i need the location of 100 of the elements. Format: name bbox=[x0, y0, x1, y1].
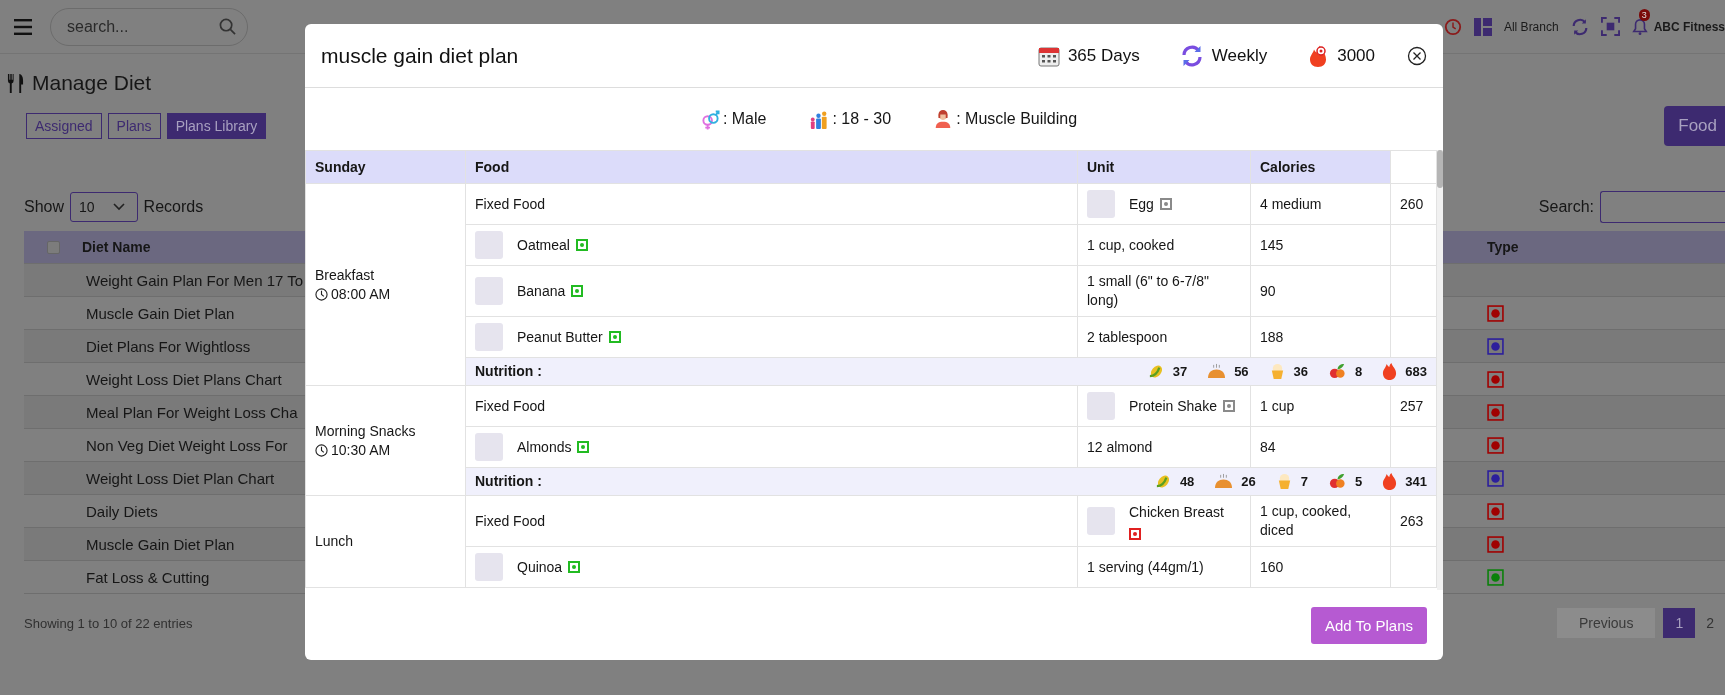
nutrient-value: 37 bbox=[1172, 363, 1188, 381]
fixed-food-label: Fixed Food bbox=[475, 397, 546, 414]
food-photo-placeholder bbox=[475, 433, 503, 461]
diet-name[interactable]: Weight Gain Plan For Men 17 To bbox=[86, 271, 304, 289]
meal-time: 10:30 AM bbox=[331, 440, 391, 460]
tab[interactable]: Assigned bbox=[26, 113, 102, 139]
food-name: Protein Shake bbox=[1129, 396, 1217, 416]
menu-icon[interactable] bbox=[14, 18, 32, 35]
diet-name[interactable]: Muscle Gain Diet Plan bbox=[86, 304, 235, 322]
food-name: Quinoa bbox=[517, 557, 563, 577]
diet-name[interactable]: Non Veg Diet Weight Loss For bbox=[86, 436, 288, 454]
column-header: Food bbox=[475, 159, 510, 175]
pagination-button[interactable]: 1 bbox=[1663, 608, 1696, 638]
page-title: Manage Diet bbox=[32, 71, 152, 95]
page-size-select[interactable]: 10 bbox=[70, 192, 138, 222]
unit-text: 4 medium bbox=[1260, 195, 1322, 212]
tab[interactable]: Plans bbox=[107, 113, 161, 139]
dialog-title: muscle gain diet plan bbox=[321, 43, 519, 68]
search-field[interactable]: search... bbox=[50, 7, 248, 46]
calories-value: 160 bbox=[1260, 558, 1284, 575]
add-to-plans-button[interactable]: Add To Plans bbox=[1310, 606, 1427, 644]
close-icon[interactable] bbox=[1407, 45, 1427, 66]
nutrient-value: 8 bbox=[1355, 363, 1363, 381]
gym-name[interactable]: ABC Fitness bbox=[1653, 19, 1725, 34]
entries-info: Showing 1 to 10 of 22 entries bbox=[24, 615, 193, 631]
clock-icon bbox=[315, 443, 328, 457]
food-photo-placeholder bbox=[475, 323, 503, 351]
column-header: Calories bbox=[1260, 159, 1316, 175]
diet-name[interactable]: Fat Loss & Cutting bbox=[86, 568, 210, 586]
tab[interactable]: Plans Library bbox=[166, 113, 267, 139]
diet-name[interactable]: Weight Loss Diet Plans Chart bbox=[86, 370, 282, 388]
food-photo-placeholder bbox=[475, 277, 503, 305]
nutrition-label: Nutrition : bbox=[475, 362, 542, 381]
grain-icon bbox=[1154, 473, 1172, 490]
food-photo-placeholder bbox=[1087, 507, 1115, 535]
food-name: Almonds bbox=[517, 437, 572, 457]
bread-icon bbox=[1214, 473, 1234, 490]
vegetables-icon bbox=[1328, 363, 1348, 380]
meal-name: Breakfast bbox=[315, 265, 376, 285]
food-photo-placeholder bbox=[475, 553, 503, 581]
search-label: Search: bbox=[1538, 198, 1594, 216]
diet-name[interactable]: Diet Plans For Wightloss bbox=[86, 337, 251, 355]
scan-icon[interactable] bbox=[1600, 17, 1620, 36]
grain-icon bbox=[1147, 363, 1165, 380]
table-search-field[interactable] bbox=[1600, 191, 1725, 223]
notification-badge: 3 bbox=[1638, 8, 1650, 21]
calories-value: 263 bbox=[1400, 512, 1424, 529]
gender-icon bbox=[700, 108, 720, 130]
nutrient-value: 48 bbox=[1179, 473, 1195, 491]
fixed-food-label: Fixed Food bbox=[475, 512, 546, 529]
nutrient-value: 26 bbox=[1241, 473, 1256, 491]
duration-text: 365 Days bbox=[1067, 45, 1140, 66]
search-icon[interactable] bbox=[219, 18, 236, 35]
diet-name[interactable]: Meal Plan For Weight Loss Cha bbox=[86, 403, 298, 421]
food-button[interactable]: Food bbox=[1664, 106, 1725, 146]
food-name: Chicken Breast bbox=[1129, 502, 1224, 522]
caret-icon bbox=[112, 203, 125, 211]
fixed-food-label: Fixed Food bbox=[475, 195, 546, 212]
nutrient-value: 56 bbox=[1234, 363, 1249, 381]
alarm-clock-icon[interactable] bbox=[1443, 17, 1462, 36]
nutrient-value: 7 bbox=[1300, 473, 1309, 491]
select-all-checkbox[interactable] bbox=[46, 240, 60, 254]
diet-name[interactable]: Weight Loss Diet Plan Chart bbox=[86, 469, 275, 487]
food-name: Oatmeal bbox=[517, 235, 570, 255]
show-label: Show bbox=[24, 198, 65, 216]
fork-knife-icon bbox=[7, 73, 24, 93]
unit-text: 1 cup bbox=[1260, 397, 1295, 414]
unit-text: 1 cup, cooked bbox=[1087, 236, 1175, 253]
unit-text: 1 small (6" to 6-7/8" long) bbox=[1087, 273, 1209, 308]
calories-value: 257 bbox=[1400, 397, 1424, 414]
column-header: Unit bbox=[1087, 159, 1115, 175]
unit-text: 1 serving (44gm/1) bbox=[1087, 558, 1204, 575]
meal-name: Lunch bbox=[315, 532, 355, 551]
pagination-button[interactable]: 2 bbox=[1695, 608, 1725, 638]
calories-value: 188 bbox=[1260, 328, 1284, 345]
frequency-text: Weekly bbox=[1211, 45, 1268, 66]
flame-icon bbox=[1382, 362, 1398, 381]
bell-icon[interactable] bbox=[1631, 17, 1648, 36]
age-range-text: : 18 - 30 bbox=[832, 110, 892, 128]
refresh-icon[interactable] bbox=[1570, 17, 1589, 36]
nutrient-value: 36 bbox=[1293, 363, 1309, 381]
nutrition-label: Nutrition : bbox=[475, 472, 542, 491]
vegetables-icon bbox=[1328, 473, 1348, 490]
food-name: Peanut Butter bbox=[517, 327, 603, 347]
diet-name[interactable]: Daily Diets bbox=[86, 502, 158, 520]
food-photo-placeholder bbox=[475, 231, 503, 259]
records-label: Records bbox=[143, 198, 204, 216]
unit-text: 2 tablespoon bbox=[1087, 328, 1168, 345]
dashboard-icon[interactable] bbox=[1473, 17, 1492, 36]
calories-value: 84 bbox=[1260, 438, 1276, 455]
clock-icon bbox=[315, 287, 328, 301]
diet-name[interactable]: Muscle Gain Diet Plan bbox=[86, 535, 235, 553]
column-header: Diet Name bbox=[82, 239, 151, 255]
nutrient-value: 5 bbox=[1355, 473, 1363, 491]
food-photo-placeholder bbox=[1087, 392, 1115, 420]
calendar-icon bbox=[1037, 44, 1060, 67]
bread-icon bbox=[1207, 363, 1227, 380]
calories-text: 3000 bbox=[1337, 45, 1375, 66]
scrollbar[interactable] bbox=[1437, 150, 1443, 590]
branch-selector[interactable]: All Branch bbox=[1503, 19, 1559, 34]
